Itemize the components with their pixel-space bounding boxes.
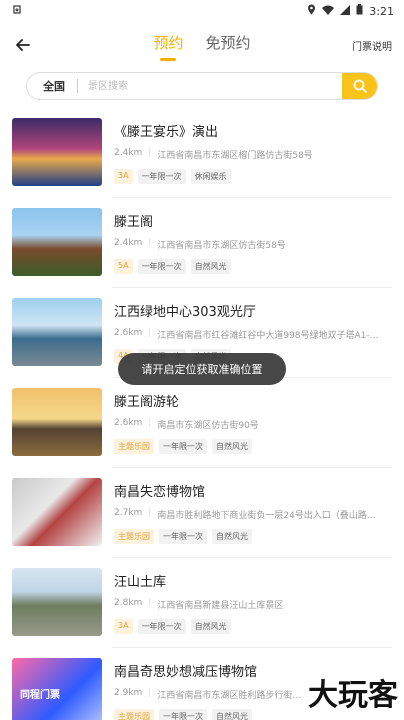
address: 江西省南昌市红谷滩红谷中大道998号绿地双子塔A1-…	[157, 331, 379, 341]
list-item[interactable]: 滕王阁游轮 2.6km | 南昌市东湖区仿古街90号 主题乐园 一年限一次 自然风光	[0, 378, 404, 468]
limit-tag: 一年限一次	[159, 529, 207, 544]
limit-tag: 一年限一次	[137, 169, 186, 184]
attraction-thumbnail	[12, 118, 102, 186]
attraction-list: 《滕王宴乐》演出 2.4km | 江西省南昌市东湖区榕门路仿古街58号 3A 一年限…	[0, 108, 404, 720]
attraction-thumbnail	[12, 208, 102, 276]
search-input[interactable]	[78, 73, 342, 99]
address: 江西省南昌市东湖区胜利路步行街…	[157, 691, 302, 701]
address: 江西省南昌新建县汪山土库景区	[157, 601, 284, 611]
back-button[interactable]	[12, 34, 34, 56]
rating-tag: 5A	[114, 259, 133, 274]
category-tag: 休闲娱乐	[190, 169, 231, 184]
attraction-name: 滕王阁	[114, 215, 154, 230]
distance: 2.6km	[114, 418, 143, 428]
status-bar: 3:21	[0, 0, 404, 22]
distance: 2.8km	[114, 598, 143, 608]
location-toast: 请开启定位获取准确位置	[118, 353, 286, 385]
tab-bar: 预约 免预约	[0, 28, 404, 63]
attraction-thumbnail	[12, 478, 102, 546]
distance: 2.7km	[114, 508, 143, 518]
tab-reservation[interactable]: 预约	[151, 28, 185, 63]
list-item[interactable]: 滕王阁 2.4km | 江西省南昌市东湖区仿古街58号 5A 一年限一次 自然风光	[0, 198, 404, 288]
list-item[interactable]: 汪山土库 2.8km | 江西省南昌新建县汪山土库景区 3A 一年限一次 自然风光	[0, 558, 404, 648]
search-icon	[353, 79, 367, 93]
category-tag: 自然风光	[212, 709, 252, 720]
signal-icon	[340, 4, 351, 18]
attraction-name: 《滕王宴乐》演出	[114, 125, 219, 140]
tab-no-reservation[interactable]: 免预约	[204, 28, 253, 63]
rating-tag: 主题乐园	[114, 439, 154, 454]
back-arrow-icon	[16, 39, 30, 51]
attraction-name: 滕王阁游轮	[114, 395, 180, 410]
address: 南昌市胜利路地下商业街负一层24号出入口（叠山路…	[157, 511, 376, 521]
watermark-logo: 大玩客	[308, 678, 398, 713]
gps-icon	[307, 4, 316, 18]
distance: 2.4km	[114, 148, 143, 158]
clock-text: 3:21	[369, 4, 394, 18]
limit-tag: 一年限一次	[137, 259, 186, 274]
rating-tag: 3A	[114, 619, 133, 634]
battery-icon	[356, 4, 363, 18]
category-tag: 自然风光	[190, 259, 231, 274]
category-tag: 自然风光	[212, 439, 252, 454]
rating-tag: 主题乐园	[114, 709, 154, 720]
attraction-thumbnail	[12, 298, 102, 366]
attraction-thumbnail	[12, 568, 102, 636]
ticket-notice-link[interactable]: 门票说明	[352, 38, 392, 53]
thumbnail-caption: 同程门票	[20, 690, 60, 701]
limit-tag: 一年限一次	[159, 709, 207, 720]
attraction-thumbnail	[12, 388, 102, 456]
limit-tag: 一年限一次	[159, 439, 207, 454]
attraction-name: 江西绿地中心303观光厅	[114, 305, 256, 320]
city-selector[interactable]: 全国	[27, 78, 77, 94]
rating-tag: 3A	[114, 169, 133, 184]
list-item[interactable]: 《滕王宴乐》演出 2.4km | 江西省南昌市东湖区榕门路仿古街58号 3A 一年限…	[0, 108, 404, 198]
search-bar: 全国	[26, 72, 378, 100]
distance: 2.9km	[114, 688, 143, 698]
category-tag: 自然风光	[190, 619, 231, 634]
distance: 2.4km	[114, 238, 143, 248]
search-button[interactable]	[342, 73, 377, 99]
top-nav: 预约 免预约 门票说明	[0, 22, 404, 68]
attraction-name: 南昌失恋博物馆	[114, 485, 206, 500]
location-status-icon	[12, 4, 22, 18]
attraction-thumbnail: 同程门票	[12, 658, 102, 720]
limit-tag: 一年限一次	[137, 619, 186, 634]
address: 南昌市东湖区仿古街90号	[157, 421, 259, 431]
list-item[interactable]: 南昌失恋博物馆 2.7km | 南昌市胜利路地下商业街负一层24号出入口（叠山路… …	[0, 468, 404, 558]
wifi-icon	[322, 5, 335, 18]
distance: 2.6km	[114, 328, 143, 338]
address: 江西省南昌市东湖区仿古街58号	[157, 241, 286, 251]
category-tag: 自然风光	[212, 529, 252, 544]
address: 江西省南昌市东湖区榕门路仿古街58号	[157, 151, 313, 161]
attraction-name: 汪山土库	[114, 575, 167, 590]
rating-tag: 主题乐园	[114, 529, 154, 544]
